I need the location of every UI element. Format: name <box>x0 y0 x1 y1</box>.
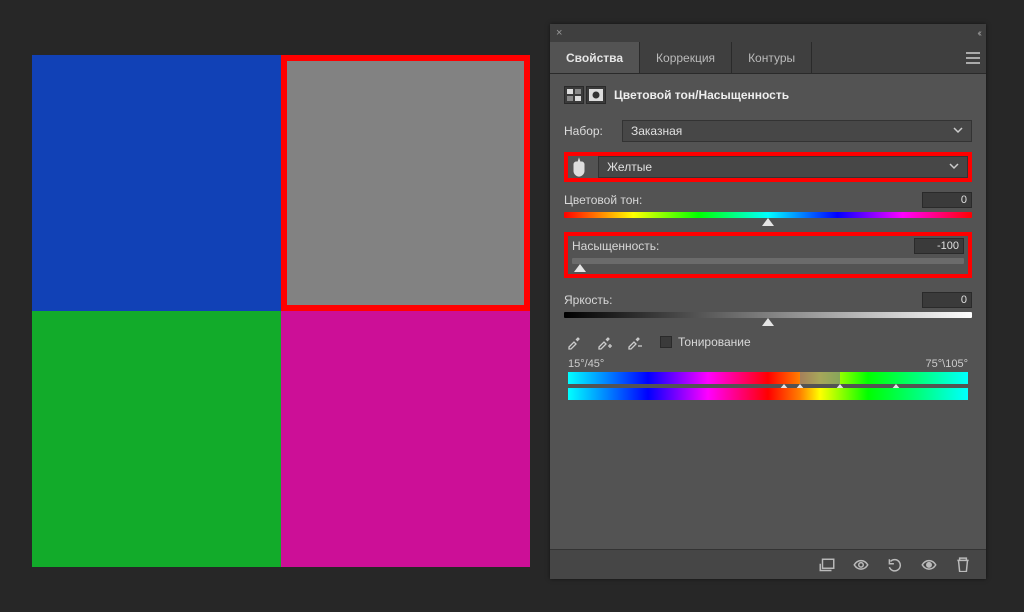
eyedropper-icon[interactable] <box>564 332 584 352</box>
quad-gray-highlighted <box>281 55 530 311</box>
panel-menu-icon[interactable] <box>960 42 986 73</box>
eyedropper-subtract-icon[interactable] <box>624 332 644 352</box>
eyedropper-row: Тонирование <box>564 332 972 352</box>
reset-icon[interactable] <box>886 557 904 573</box>
hue-range-strip-bottom[interactable] <box>568 388 968 400</box>
collapse-icon[interactable]: ‹‹ <box>977 28 980 39</box>
channel-highlight: Желтые <box>564 152 972 182</box>
lightness-slider[interactable] <box>564 312 972 318</box>
lightness-slider-handle[interactable] <box>762 318 774 326</box>
properties-panel: × ‹‹ Свойства Коррекция Контуры Цветовой… <box>550 24 986 579</box>
chevron-down-icon <box>953 124 963 138</box>
hue-value[interactable]: 0 <box>922 192 972 208</box>
lightness-slider-block: Яркость: 0 <box>564 292 972 318</box>
hue-slider-block: Цветовой тон: 0 <box>564 192 972 218</box>
hue-slider[interactable] <box>564 212 972 218</box>
preset-row: Набор: Заказная <box>564 120 972 142</box>
saturation-slider[interactable] <box>572 258 964 264</box>
lightness-label: Яркость: <box>564 293 612 307</box>
adjustment-title: Цветовой тон/Насыщенность <box>614 88 789 102</box>
adjustment-type-icon[interactable] <box>564 86 584 104</box>
quad-magenta <box>281 311 530 567</box>
colorize-checkbox[interactable] <box>660 336 672 348</box>
eyedropper-add-icon[interactable] <box>594 332 614 352</box>
channel-dropdown[interactable]: Желтые <box>598 156 968 178</box>
panel-tabs: Свойства Коррекция Контуры <box>550 42 986 74</box>
hue-range-strip-top[interactable] <box>568 372 968 384</box>
preset-label: Набор: <box>564 124 614 138</box>
preset-value: Заказная <box>631 124 682 138</box>
tab-contours[interactable]: Контуры <box>732 42 812 73</box>
saturation-highlight: Насыщенность: -100 <box>564 232 972 278</box>
range-right: 75°\105° <box>926 358 968 370</box>
document-canvas <box>32 55 530 567</box>
colorize-label: Тонирование <box>678 335 751 349</box>
visibility-icon[interactable] <box>920 557 938 573</box>
clip-to-layer-icon[interactable] <box>818 557 836 573</box>
channel-value: Желтые <box>607 160 652 174</box>
quad-green <box>32 311 281 567</box>
quad-blue <box>32 55 281 311</box>
range-left: 15°/45° <box>568 358 604 370</box>
adjustment-header: Цветовой тон/Насыщенность <box>564 86 972 104</box>
chevron-down-icon <box>949 160 959 174</box>
hue-label: Цветовой тон: <box>564 193 642 207</box>
panel-chrome: × ‹‹ <box>550 24 986 42</box>
saturation-label: Насыщенность: <box>572 239 659 253</box>
tab-properties[interactable]: Свойства <box>550 42 640 73</box>
trash-icon[interactable] <box>954 557 972 573</box>
targeted-adjust-icon[interactable] <box>568 156 590 178</box>
tab-correction[interactable]: Коррекция <box>640 42 732 73</box>
lightness-value[interactable]: 0 <box>922 292 972 308</box>
saturation-slider-handle[interactable] <box>574 264 586 272</box>
saturation-value[interactable]: -100 <box>914 238 964 254</box>
hue-slider-handle[interactable] <box>762 218 774 226</box>
range-labels: 15°/45° 75°\105° <box>568 358 968 370</box>
close-icon[interactable]: × <box>556 27 562 39</box>
layer-mask-icon[interactable] <box>586 86 606 104</box>
panel-footer <box>550 549 986 579</box>
preset-dropdown[interactable]: Заказная <box>622 120 972 142</box>
view-previous-icon[interactable] <box>852 557 870 573</box>
